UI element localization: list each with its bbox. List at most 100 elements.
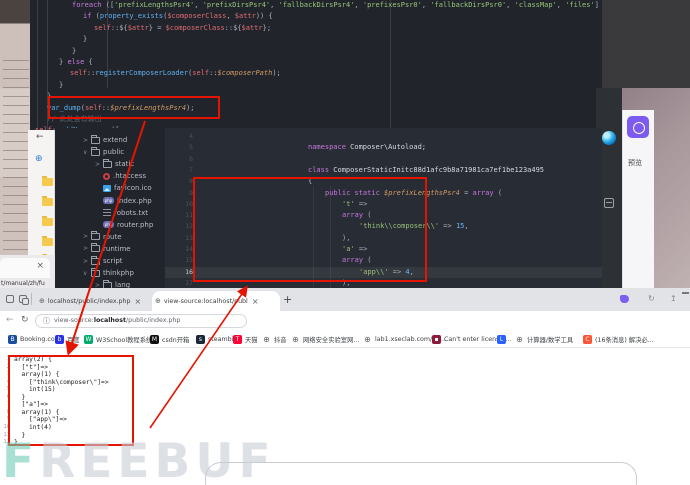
tree-item-faviconico[interactable]: favicon.ico (95, 182, 152, 194)
code-token: $attr (235, 12, 256, 20)
bookmark-label: csdn开箱 (162, 335, 189, 344)
edge-browser-icon[interactable] (602, 131, 616, 145)
chevron-icon: ∨ (83, 270, 88, 277)
code-token: ); (272, 69, 280, 77)
code-token: ([ (102, 1, 115, 9)
line-number: 8 (167, 176, 193, 187)
tree-item-label: router.php (117, 221, 153, 229)
code-token: class (308, 166, 329, 174)
code-token: Composer\Autoload; (346, 143, 426, 151)
file-explorer: >extend∨public>static.htaccessfavicon.ic… (55, 128, 165, 290)
bookmark-item[interactable]: b百度 (55, 333, 80, 345)
bookmark-item[interactable]: L (497, 333, 506, 345)
tree-item-static[interactable]: >static (95, 158, 134, 170)
code-token: self (35, 126, 52, 130)
indent-guide (37, 0, 38, 130)
tree-item-script[interactable]: >script (83, 255, 123, 267)
bookmark-item[interactable]: BBooking.com (8, 333, 61, 345)
code-token: :: (209, 69, 217, 77)
folder-icon (91, 270, 100, 277)
folder-icon (42, 238, 53, 246)
annotation-box-vardump (48, 96, 220, 119)
minimize-icon[interactable] (682, 292, 689, 294)
address-bar[interactable]: ⓘ view-source:localhost/public/index.php (35, 314, 247, 328)
bookmark-favicon: s (196, 335, 205, 344)
chevron-icon: > (83, 258, 88, 265)
chevron-icon: > (83, 245, 88, 252)
code-token: 'fallbackDirsPsr0' (430, 1, 506, 9)
tab-history-icon[interactable] (6, 295, 14, 303)
code-token: $composerClass (167, 12, 226, 20)
tab-close-icon[interactable]: × (252, 297, 259, 306)
browser-tab-1[interactable]: ⊕localhost/public/index.php× (36, 291, 150, 311)
tree-item-route[interactable]: >route (83, 231, 122, 243)
code-line: foreach (['prefixLengthsPsr4', 'prefixDi… (72, 1, 602, 10)
bookmark-item[interactable]: Mcsdn开箱 (150, 333, 189, 345)
new-tab-button[interactable]: + (283, 293, 292, 306)
bookmark-label: (16条消息) 解决必... (595, 335, 654, 344)
txt-icon (103, 209, 111, 216)
annotation-box-output (8, 355, 134, 446)
code-token: ComposerStaticInitc88d1afc9b8a71981ca7ef… (329, 166, 544, 174)
back-button[interactable]: ← (6, 315, 14, 325)
close-icon[interactable]: × (36, 261, 44, 271)
extension-cloud-icon[interactable] (620, 295, 629, 303)
share-ghost-icon[interactable]: ↥ (670, 294, 677, 303)
tree-item-robotstxt[interactable]: robots.txt (95, 207, 148, 219)
tree-item-htaccess[interactable]: .htaccess (95, 170, 146, 182)
window-switch-icon[interactable] (604, 198, 614, 208)
refresh-ghost-icon[interactable]: ↻ (648, 294, 655, 303)
tab-close-icon[interactable]: × (135, 297, 142, 306)
tab-actions-icon[interactable] (19, 295, 27, 303)
tree-item-public[interactable]: ∨public (83, 146, 124, 158)
bookmarks-bar: BBooking.comb百度 WW3School教程系统...Mcsdn开箱 ss… (0, 330, 690, 348)
bookmark-favicon: T (233, 335, 242, 344)
bookmark-item[interactable]: WW3School教程系统... (84, 333, 158, 345)
background-tab[interactable]: × (0, 258, 50, 278)
folder-icon (91, 233, 100, 240)
bookmark-item[interactable]: T天猫 (233, 333, 258, 345)
tree-item-routerphp[interactable]: phprouter.php (95, 219, 153, 231)
bookmark-label: 天猫 (245, 335, 258, 344)
refresh-button[interactable]: ↻ (21, 315, 29, 325)
code-token: $composerClass (166, 24, 225, 32)
browser-tab-2[interactable]: ⊕view-source:localhost/public/ind× (152, 291, 280, 311)
code-token: 'prefixLengthsPsr4' (114, 1, 194, 9)
chevron-icon: > (83, 137, 88, 144)
bookmark-item[interactable]: ⊕计算器/数学工具 (515, 333, 573, 345)
tree-item-extend[interactable]: >extend (83, 134, 127, 146)
code-token: } (72, 47, 76, 55)
code-token: 'files' (565, 1, 595, 9)
bookmark-item[interactable]: ⊕抖音 (262, 333, 287, 345)
code-token: self (94, 24, 111, 32)
bookmark-favicon: ⊕ (515, 335, 524, 344)
tab-title: localhost/public/index.php (48, 298, 131, 305)
code-token: , (270, 1, 278, 9)
bookmark-item[interactable]: C(16条消息) 解决必... (583, 333, 654, 345)
gear-icon (103, 173, 110, 180)
bookmark-favicon: L (497, 335, 506, 344)
bookmark-item[interactable]: ssteambig (196, 333, 237, 345)
code-token: , (464, 222, 468, 230)
bookmark-item[interactable]: ⊕网络安全实验室网... (291, 333, 359, 345)
line-number: 16 (167, 267, 193, 278)
tree-item-runtime[interactable]: > runtime (83, 243, 131, 255)
code-token: ( (494, 189, 502, 197)
page-info-icon[interactable]: ⓘ (43, 316, 50, 326)
bookmark-favicon: ▪ (432, 335, 441, 344)
tree-item-label: route (103, 233, 122, 241)
url-host: localhost (94, 317, 126, 324)
tree-item-label: runtime (103, 245, 131, 253)
code-token: 'prefixesPsr0' (363, 1, 422, 9)
preview-app-icon[interactable] (627, 116, 649, 138)
floating-bar-outline (205, 462, 637, 485)
screenshot-root: ← ⊕ foreach (['prefixLengthsPsr4', 'pref… (0, 0, 690, 485)
tree-item-thinkphp[interactable]: ∨thinkphp (83, 267, 134, 279)
bookmark-label: W3School教程系统... (96, 335, 158, 344)
document-text-lines (3, 60, 29, 260)
tree-item-indexphp[interactable]: phpindex.php (95, 195, 152, 207)
line-number: 15 (167, 255, 193, 266)
bookmark-favicon: ⊕ (363, 335, 372, 344)
code-line: } (59, 81, 63, 90)
line-number: 10 (167, 199, 193, 210)
